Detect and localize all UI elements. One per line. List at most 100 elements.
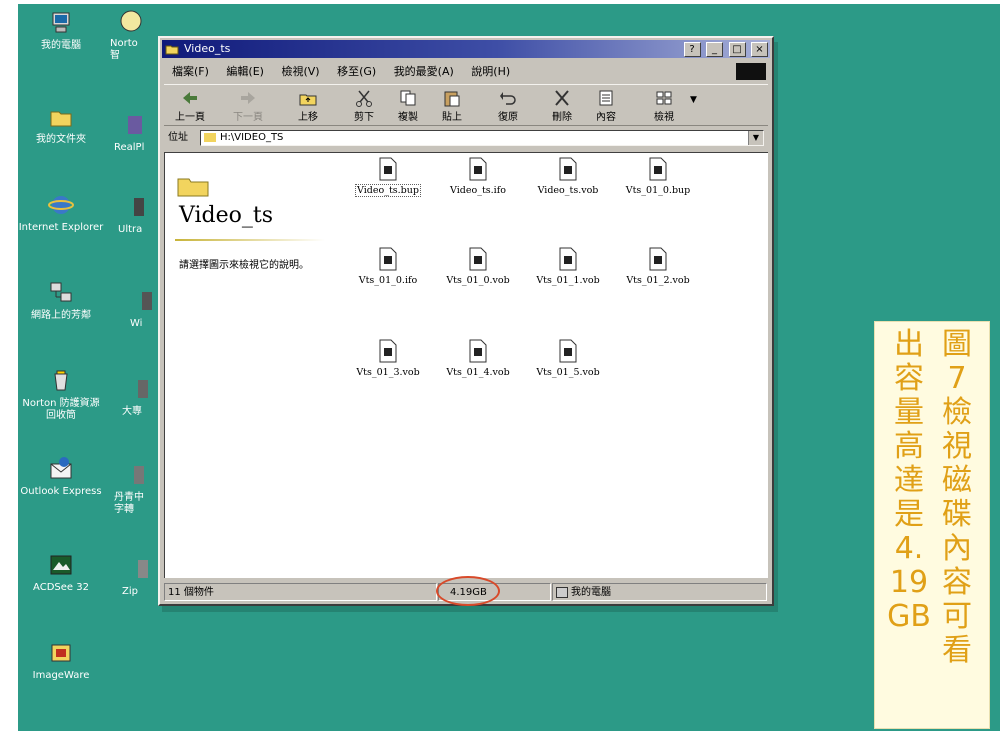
undo-button[interactable]: 復原 — [486, 87, 530, 123]
menu-file[interactable]: 檔案(F) — [172, 65, 209, 78]
desktop-icon-my-documents[interactable]: 我的文件夾 — [18, 104, 104, 146]
up-folder-icon — [299, 94, 317, 106]
chevron-down-icon[interactable]: ▼ — [748, 131, 763, 145]
desktop-icon-partial[interactable]: Zip — [122, 556, 162, 598]
file-name: Vts_01_0.bup — [625, 185, 691, 196]
folder-icon — [165, 45, 179, 55]
caption-line-1: 圖7 檢視磁碟內容可看 — [942, 327, 972, 668]
delete-button[interactable]: 刪除 — [540, 87, 584, 123]
properties-icon — [599, 90, 613, 106]
file-name: Vts_01_5.vob — [536, 367, 600, 378]
desktop-icon-label: Zip — [122, 586, 138, 597]
delete-icon — [555, 90, 569, 106]
desktop-icon-label: 大專 — [122, 406, 142, 417]
desktop-icon-label: Ultra — [118, 224, 143, 235]
file-icon — [649, 247, 667, 271]
toolbar-label: 內容 — [596, 112, 616, 123]
file-item[interactable]: Vts_01_3.vob — [345, 339, 431, 378]
menu-help[interactable]: 說明(H) — [471, 65, 510, 78]
toolbar-label: 復原 — [498, 112, 518, 123]
explorer-window[interactable]: Video_ts ? _ □ × 檔案(F) 編輯(E) 檢視(V) 移至(G)… — [158, 36, 774, 606]
maximize-button[interactable]: □ — [728, 42, 746, 57]
file-name: Vts_01_0.vob — [446, 275, 510, 286]
file-item[interactable]: Video_ts.vob — [525, 157, 611, 196]
file-icon — [469, 339, 487, 363]
minimize-button[interactable]: _ — [706, 42, 723, 57]
desktop-icon-network[interactable]: 網路上的芳鄰 — [18, 280, 104, 322]
toolbar-label: 上移 — [298, 112, 318, 123]
menu-favorites[interactable]: 我的最愛(A) — [394, 65, 454, 78]
cut-button[interactable]: 剪下 — [342, 87, 386, 123]
computer-icon — [52, 12, 70, 33]
file-item[interactable]: Vts_01_0.bup — [615, 157, 701, 196]
properties-button[interactable]: 內容 — [584, 87, 628, 123]
desktop-icon-partial[interactable]: 大專 — [122, 376, 162, 418]
desktop-icon-label: Outlook Express — [20, 486, 102, 497]
windows-logo-icon — [736, 63, 766, 80]
menu-go[interactable]: 移至(G) — [337, 65, 376, 78]
paste-icon — [444, 91, 460, 107]
toolbar-label: 剪下 — [354, 112, 374, 123]
file-item[interactable]: Vts_01_4.vob — [435, 339, 521, 378]
file-icon — [379, 247, 397, 271]
undo-icon — [500, 92, 516, 105]
help-button[interactable]: ? — [683, 42, 701, 57]
toolbar-label: 貼上 — [442, 112, 462, 123]
status-location-label: 我的電腦 — [571, 587, 611, 598]
file-item[interactable]: Video_ts.ifo — [435, 157, 521, 196]
desktop-icon-partial[interactable]: RealPl — [114, 112, 154, 154]
copy-icon — [400, 90, 416, 106]
desktop-icon-outlook-express[interactable]: Outlook Express — [18, 456, 104, 498]
file-name: Video_ts.bup — [355, 184, 421, 197]
address-bar: 位址 H:\VIDEO_TS ▼ — [164, 128, 768, 148]
file-name: Vts_01_2.vob — [626, 275, 690, 286]
desktop-icon-my-computer[interactable]: 我的電腦 — [18, 10, 104, 52]
app-icon — [128, 116, 142, 134]
file-name: Vts_01_0.ifo — [358, 275, 418, 286]
close-button[interactable]: × — [751, 42, 768, 57]
file-item[interactable]: Vts_01_0.ifo — [345, 247, 431, 286]
forward-arrow-icon — [241, 92, 255, 104]
desktop-icon-acdsee[interactable]: ACDSee 32 — [18, 552, 104, 594]
paste-button[interactable]: 貼上 — [430, 87, 474, 123]
cut-icon — [356, 90, 372, 107]
desktop-icon-partial[interactable]: Norto 智 — [110, 8, 150, 62]
file-name: Vts_01_3.vob — [356, 367, 420, 378]
file-item[interactable]: Video_ts.bup — [345, 157, 431, 197]
desktop-icon-label: 我的電腦 — [41, 40, 81, 51]
desktop-icon-partial[interactable]: Ultra — [118, 194, 158, 236]
file-icon — [559, 247, 577, 271]
file-item[interactable]: Vts_01_1.vob — [525, 247, 611, 286]
figure-caption: 圖7 檢視磁碟內容可看 出容量高達是4.19GB — [874, 321, 990, 729]
status-bar: 11 個物件 4.19GB 我的電腦 — [164, 576, 768, 606]
desktop-icon-imageware[interactable]: ImageWare — [18, 640, 104, 682]
toolbar-label: 複製 — [398, 112, 418, 123]
file-item[interactable]: Vts_01_0.vob — [435, 247, 521, 286]
title-bar[interactable]: Video_ts ? _ □ × — [162, 40, 770, 58]
views-dropdown-icon[interactable]: ▼ — [690, 95, 697, 105]
desktop: 我的電腦 我的文件夾 Internet Explorer 網路上的芳鄰 Nort… — [18, 4, 1000, 731]
file-item[interactable]: Vts_01_5.vob — [525, 339, 611, 378]
views-button[interactable]: 檢視 — [642, 87, 686, 123]
file-item[interactable]: Vts_01_2.vob — [615, 247, 701, 286]
toolbar-label: 檢視 — [654, 112, 674, 123]
desktop-icon-label: 網路上的芳鄰 — [31, 310, 91, 321]
file-view[interactable]: Video_ts 請選擇圖示來檢視它的說明。 Video_ts.bup Vide… — [164, 152, 768, 578]
back-button[interactable]: 上一頁 — [168, 87, 212, 123]
desktop-icon-label: Norto 智 — [110, 38, 138, 61]
file-icon — [649, 157, 667, 181]
up-button[interactable]: 上移 — [286, 87, 330, 123]
address-input[interactable]: H:\VIDEO_TS ▼ — [200, 130, 764, 146]
desktop-icon-norton-recycle[interactable]: Norton 防護資源回收筒 — [18, 368, 104, 422]
desktop-icon-partial[interactable]: 丹青中 字轉 — [114, 462, 154, 516]
forward-button[interactable]: 下一頁 — [226, 87, 270, 123]
desktop-icon-internet-explorer[interactable]: Internet Explorer — [18, 192, 104, 234]
toolbar: 上一頁 下一頁 上移 剪下 複製 貼上 復原 刪除 內容 檢視 ▼ — [164, 84, 768, 126]
caption-line-2: 出容量高達是4.19GB — [887, 327, 931, 634]
menu-view[interactable]: 檢視(V) — [281, 65, 319, 78]
file-icon — [379, 339, 397, 363]
menu-edit[interactable]: 編輯(E) — [226, 65, 264, 78]
copy-button[interactable]: 複製 — [386, 87, 430, 123]
desktop-icon-label: Wi — [130, 318, 143, 329]
imageware-icon — [51, 644, 71, 662]
